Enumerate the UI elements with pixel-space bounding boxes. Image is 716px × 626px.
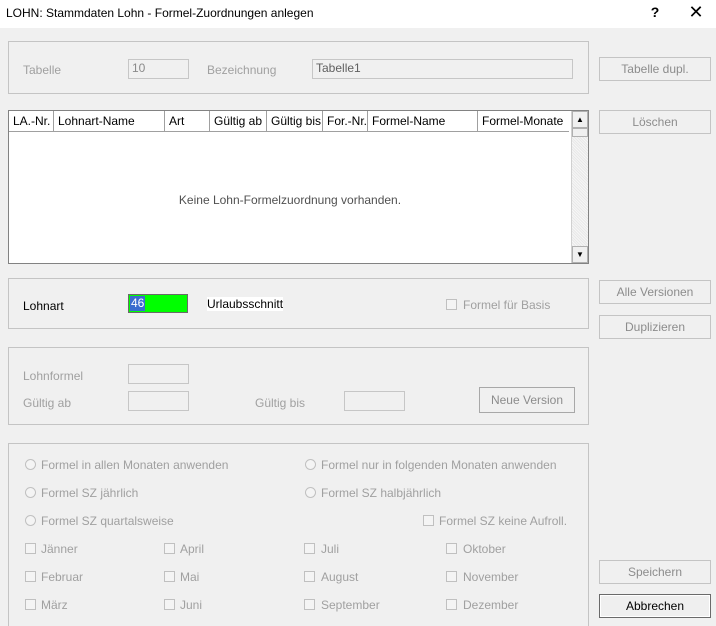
month-label: Juli xyxy=(321,542,340,556)
month-label: Jänner xyxy=(41,542,78,556)
month-label: November xyxy=(463,570,519,584)
month-label: April xyxy=(180,542,205,556)
bezeichnung-label: Bezeichnung xyxy=(207,63,277,77)
month-label: September xyxy=(321,598,380,612)
formel-group xyxy=(8,347,589,425)
month-label: März xyxy=(41,598,68,612)
col-formel-monate[interactable]: Formel-Monate xyxy=(478,111,569,132)
radio-folgende-monate-label: Formel nur in folgenden Monaten anwenden xyxy=(321,458,557,472)
neue-version-button[interactable]: Neue Version xyxy=(479,387,575,413)
tabelle-field[interactable]: 10 xyxy=(128,59,189,79)
radio-sz-halbjaehrlich[interactable] xyxy=(305,487,316,498)
month-checkbox[interactable] xyxy=(164,599,175,610)
month-checkbox[interactable] xyxy=(304,571,315,582)
bezeichnung-field[interactable]: Tabelle1 xyxy=(312,59,573,79)
radio-sz-halbjaehrlich-label: Formel SZ halbjährlich xyxy=(321,486,442,500)
lohnart-input[interactable]: 46 xyxy=(128,294,188,313)
radio-sz-quartalsweise[interactable] xyxy=(25,515,36,526)
lohnformel-label: Lohnformel xyxy=(23,369,84,383)
sz-keine-aufroll-checkbox[interactable] xyxy=(423,515,434,526)
month-checkbox[interactable] xyxy=(446,571,457,582)
scroll-up-icon[interactable]: ▲ xyxy=(572,111,588,128)
col-gueltig-ab[interactable]: Gültig ab xyxy=(210,111,267,132)
lohnformel-field[interactable] xyxy=(128,364,189,384)
vertical-scrollbar[interactable]: ▲ ▼ xyxy=(571,111,588,263)
col-for-nr[interactable]: For.-Nr. xyxy=(323,111,368,132)
help-icon[interactable]: ? xyxy=(645,4,665,22)
sz-keine-aufroll-label: Formel SZ keine Aufroll. xyxy=(439,514,568,528)
month-checkbox[interactable] xyxy=(164,571,175,582)
table-header: LA.-Nr. Lohnart-Name Art Gültig ab Gülti… xyxy=(9,111,569,132)
window-title: LOHN: Stammdaten Lohn - Formel-Zuordnung… xyxy=(6,6,314,20)
loeschen-button[interactable]: Löschen xyxy=(599,110,711,134)
duplizieren-button[interactable]: Duplizieren xyxy=(599,315,711,339)
alle-versionen-button[interactable]: Alle Versionen xyxy=(599,280,711,304)
tabelle-duplizieren-button[interactable]: Tabelle dupl. xyxy=(599,57,711,81)
empty-table-message: Keine Lohn-Formelzuordnung vorhanden. xyxy=(178,193,402,207)
formel-zuordnung-table[interactable]: LA.-Nr. Lohnart-Name Art Gültig ab Gülti… xyxy=(8,110,589,264)
title-bar: LOHN: Stammdaten Lohn - Formel-Zuordnung… xyxy=(0,0,716,28)
lohnart-label: Lohnart xyxy=(23,299,64,313)
speichern-button[interactable]: Speichern xyxy=(599,560,711,584)
radio-alle-monate-label: Formel in allen Monaten anwenden xyxy=(41,458,229,472)
month-checkbox[interactable] xyxy=(446,543,457,554)
month-label: Februar xyxy=(41,570,84,584)
radio-folgende-monate[interactable] xyxy=(305,459,316,470)
month-checkbox[interactable] xyxy=(25,599,36,610)
col-art[interactable]: Art xyxy=(165,111,210,132)
gueltig-bis-label: Gültig bis xyxy=(255,396,306,410)
col-formel-name[interactable]: Formel-Name xyxy=(368,111,478,132)
radio-alle-monate[interactable] xyxy=(25,459,36,470)
radio-sz-jaehrlich[interactable] xyxy=(25,487,36,498)
month-label: Mai xyxy=(180,570,200,584)
col-gueltig-bis[interactable]: Gültig bis xyxy=(267,111,323,132)
tabelle-label: Tabelle xyxy=(23,63,62,77)
formel-basis-label: Formel für Basis xyxy=(463,298,551,312)
abbrechen-button[interactable]: Abbrechen xyxy=(599,594,711,618)
month-checkbox[interactable] xyxy=(25,543,36,554)
month-label: Dezember xyxy=(463,598,519,612)
month-checkbox[interactable] xyxy=(25,571,36,582)
col-la-nr[interactable]: LA.-Nr. xyxy=(9,111,54,132)
close-icon[interactable]: ✕ xyxy=(684,3,708,23)
month-checkbox[interactable] xyxy=(304,599,315,610)
scroll-down-icon[interactable]: ▼ xyxy=(572,246,588,263)
gueltig-bis-field[interactable] xyxy=(344,391,405,411)
month-label: Juni xyxy=(180,598,203,612)
month-checkbox[interactable] xyxy=(164,543,175,554)
col-lohnart-name[interactable]: Lohnart-Name xyxy=(54,111,165,132)
radio-sz-quartalsweise-label: Formel SZ quartalsweise xyxy=(41,514,174,528)
month-label: Oktober xyxy=(463,542,506,556)
month-label: August xyxy=(321,570,359,584)
formel-basis-checkbox[interactable] xyxy=(446,299,457,310)
scroll-thumb[interactable] xyxy=(572,128,588,137)
lohnart-name: Urlaubsschnitt xyxy=(207,297,284,311)
lohnart-value: 46 xyxy=(130,296,146,311)
month-checkbox[interactable] xyxy=(304,543,315,554)
month-checkbox[interactable] xyxy=(446,599,457,610)
gueltig-ab-label: Gültig ab xyxy=(23,396,72,410)
radio-sz-jaehrlich-label: Formel SZ jährlich xyxy=(41,486,139,500)
gueltig-ab-field[interactable] xyxy=(128,391,189,411)
